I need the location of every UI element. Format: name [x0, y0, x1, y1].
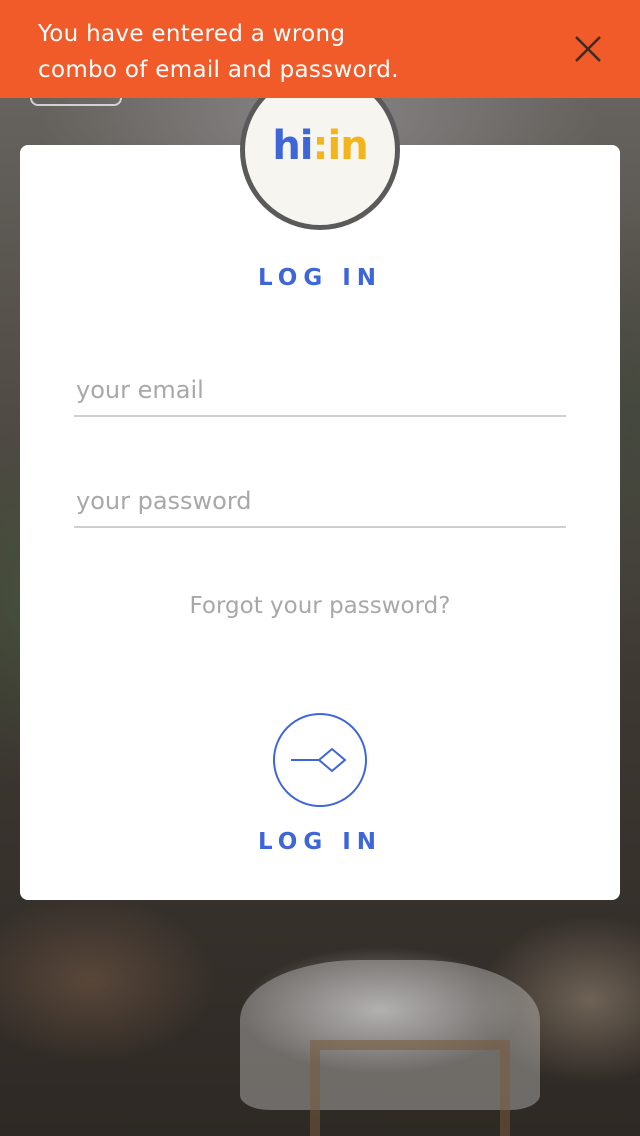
error-message-line1: You have entered a wrong — [38, 21, 346, 47]
login-submit-label[interactable]: LOG IN — [20, 829, 620, 855]
email-input[interactable] — [74, 365, 566, 415]
logo-wordmark: hi:in — [272, 123, 369, 169]
close-banner-button[interactable] — [568, 29, 608, 69]
login-card: LOG IN Forgot your password? LOG IN — [20, 145, 620, 900]
password-input[interactable] — [74, 476, 566, 526]
login-title: LOG IN — [257, 265, 383, 291]
email-field-container — [74, 365, 566, 417]
error-banner: You have entered a wrong combo of email … — [0, 0, 640, 98]
password-field-container — [74, 476, 566, 528]
background-chair — [310, 1040, 510, 1136]
arrow-diamond-icon — [291, 747, 347, 773]
login-submit-button[interactable] — [273, 713, 367, 807]
error-message: You have entered a wrong combo of email … — [38, 16, 538, 88]
logo-in: in — [327, 123, 369, 169]
forgot-password-link[interactable]: Forgot your password? — [20, 593, 620, 619]
error-message-line2: combo of email and password. — [38, 57, 399, 83]
logo-colon: : — [312, 123, 329, 169]
logo-hi: hi — [272, 123, 313, 169]
close-icon — [575, 36, 601, 62]
